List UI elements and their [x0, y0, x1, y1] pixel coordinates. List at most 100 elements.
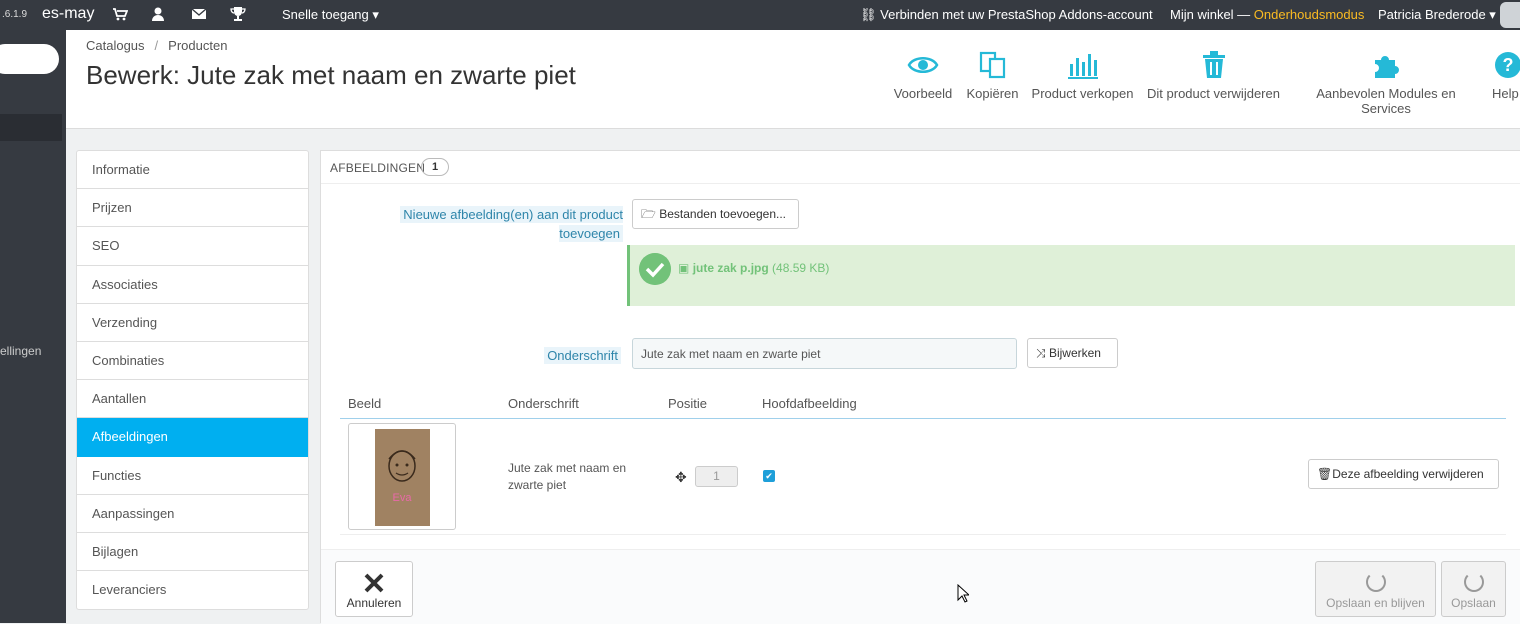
user-menu[interactable]: Patricia Brederode ▾: [1378, 7, 1496, 23]
cancel-button[interactable]: Annuleren: [335, 561, 413, 617]
cart-icon[interactable]: [112, 6, 128, 22]
avatar[interactable]: [1500, 2, 1520, 28]
tab-aanpassingen[interactable]: Aanpassingen: [77, 495, 308, 533]
tab-verzending[interactable]: Verzending: [77, 304, 308, 342]
position-input[interactable]: 1: [695, 466, 738, 487]
panel-heading: AFBEELDINGEN 1: [321, 151, 1520, 184]
folder-open-icon: 🗁: [641, 207, 656, 221]
picture-icon: ▣: [678, 261, 690, 275]
breadcrumb-catalog[interactable]: Catalogus: [86, 38, 145, 53]
bar-chart-icon: [1067, 54, 1098, 79]
breadcrumb: Catalogus / Producten: [86, 38, 227, 53]
version-label: .6.1.9: [2, 9, 28, 20]
my-store-link[interactable]: Mijn winkel — Onderhoudsmodus: [1170, 7, 1364, 22]
sidebar-item-orders[interactable]: ellingen: [0, 344, 41, 358]
copy-button[interactable]: Kopiëren: [965, 50, 1020, 101]
envelope-icon[interactable]: [191, 6, 207, 22]
help-icon: ?: [1495, 52, 1520, 78]
preview-button[interactable]: Voorbeeld: [893, 50, 953, 101]
spinner-icon: [1365, 572, 1386, 592]
bag-name-text: Eva: [393, 492, 413, 504]
tab-combinaties[interactable]: Combinaties: [77, 342, 308, 381]
caption-input[interactable]: [632, 338, 1017, 369]
addons-label: Verbinden met uw PrestaShop Addons-accou…: [880, 7, 1153, 22]
image-thumbnail[interactable]: Eva: [348, 423, 456, 530]
row-caption: Jute zak met naam en zwarte piet: [508, 461, 627, 492]
upload-success-alert: ▣ jute zak p.jpg (48.59 KB): [627, 245, 1515, 306]
uploaded-file-info: ▣ jute zak p.jpg (48.59 KB): [678, 261, 829, 275]
recommended-modules-button[interactable]: Aanbevolen Modules en Services: [1293, 50, 1479, 116]
help-button[interactable]: ? Help: [1492, 50, 1520, 101]
shop-name-link[interactable]: es-may: [42, 5, 94, 23]
top-bar: .6.1.9 es-may Snelle toegang ▾ ⛓ Verbind…: [0, 0, 1520, 30]
preview-label: Voorbeeld: [893, 86, 953, 101]
tab-prijzen[interactable]: Prijzen: [77, 189, 308, 228]
check-circle-icon: [639, 253, 671, 285]
delete-product-button[interactable]: Dit product verwijderen: [1146, 50, 1281, 101]
jute-bag-illustration: Eva: [375, 429, 430, 526]
save-button[interactable]: Opslaan: [1441, 561, 1506, 617]
col-header-image: Beeld: [348, 396, 382, 411]
caption-label: Onderschrift: [471, 346, 621, 365]
user-name: Patricia Brederode: [1378, 7, 1486, 22]
tab-leveranciers[interactable]: Leveranciers: [77, 571, 308, 609]
svg-text:?: ?: [1503, 55, 1514, 75]
add-files-label: Bestanden toevoegen...: [659, 207, 787, 221]
save-label: Opslaan: [1451, 596, 1496, 610]
uploaded-file-name: jute zak p.jpg: [692, 261, 769, 275]
help-label: Help: [1492, 86, 1519, 101]
caret-down-icon: ▾: [372, 7, 379, 22]
col-header-caption: Onderschrift: [508, 396, 579, 411]
col-header-position: Positie: [668, 396, 708, 411]
breadcrumb-separator: /: [154, 38, 159, 53]
update-caption-button[interactable]: ⤨ Bijwerken: [1027, 338, 1118, 368]
table-row: Eva Jute zak met naam en zwarte piet ✥ 1…: [340, 419, 1506, 535]
save-and-stay-button[interactable]: Opslaan en blijven: [1315, 561, 1436, 617]
panel-footer: Annuleren Opslaan en blijven Opslaan: [321, 549, 1520, 624]
quick-access-dropdown[interactable]: Snelle toegang ▾: [282, 7, 379, 23]
delete-image-label: Deze afbeelding verwijderen: [1332, 467, 1484, 481]
breadcrumb-products[interactable]: Producten: [168, 38, 227, 53]
panel-title: AFBEELDINGEN: [330, 161, 426, 175]
link-icon: ⛓: [860, 7, 877, 22]
col-header-cover: Hoofdafbeelding: [762, 396, 857, 411]
images-table-header: Beeld Onderschrift Positie Hoofdafbeeldi…: [340, 394, 1506, 419]
cover-checkbox[interactable]: ✔: [763, 470, 775, 482]
tab-seo[interactable]: SEO: [77, 227, 308, 266]
copy-label: Kopiëren: [966, 86, 1019, 101]
store-label: Mijn winkel —: [1170, 7, 1254, 22]
tab-informatie[interactable]: Informatie: [77, 151, 308, 190]
customer-icon[interactable]: [150, 6, 166, 22]
sidebar-search-input[interactable]: [0, 44, 59, 74]
page-title: Bewerk: Jute zak met naam en zwarte piet: [86, 60, 576, 90]
puzzle-icon: [1375, 56, 1399, 78]
mouse-cursor-icon: [957, 584, 969, 603]
uploaded-file-size: (48.59 KB): [772, 261, 830, 275]
tab-associaties[interactable]: Associaties: [77, 266, 308, 304]
new-images-label-text: Nieuwe afbeelding(en) aan dit product to…: [400, 206, 623, 242]
jute-bag-image: Eva: [375, 429, 430, 526]
addons-connect-link[interactable]: ⛓ Verbinden met uw PrestaShop Addons-acc…: [860, 7, 1153, 23]
close-icon: [364, 573, 384, 593]
eye-icon: [907, 57, 939, 73]
page-header: Catalogus / Producten Bewerk: Jute zak met…: [66, 30, 1520, 129]
trophy-icon[interactable]: [230, 6, 246, 22]
tab-functies[interactable]: Functies: [77, 457, 308, 495]
tab-bijlagen[interactable]: Bijlagen: [77, 533, 308, 572]
add-files-button[interactable]: 🗁 Bestanden toevoegen...: [632, 199, 799, 229]
product-sales-button[interactable]: Product verkopen: [1031, 50, 1134, 101]
quick-access-label: Snelle toegang: [282, 7, 369, 22]
image-count-badge: 1: [421, 158, 449, 176]
tab-aantallen[interactable]: Aantallen: [77, 380, 308, 419]
new-images-label: Nieuwe afbeelding(en) aan dit product to…: [376, 205, 623, 243]
sidebar-item-active[interactable]: [0, 114, 62, 141]
maintenance-mode-label: Onderhoudsmodus: [1253, 7, 1365, 22]
product-tabs: Informatie Prijzen SEO Associaties Verze…: [76, 150, 309, 611]
update-label: Bijwerken: [1048, 346, 1101, 360]
copy-icon: [979, 51, 1005, 79]
trash-icon: 🗑: [1317, 467, 1333, 481]
delete-image-button[interactable]: 🗑Deze afbeelding verwijderen: [1308, 459, 1499, 489]
drag-move-icon[interactable]: ✥: [675, 469, 687, 486]
trash-icon: [1202, 51, 1225, 78]
tab-afbeeldingen[interactable]: Afbeeldingen: [77, 418, 308, 457]
